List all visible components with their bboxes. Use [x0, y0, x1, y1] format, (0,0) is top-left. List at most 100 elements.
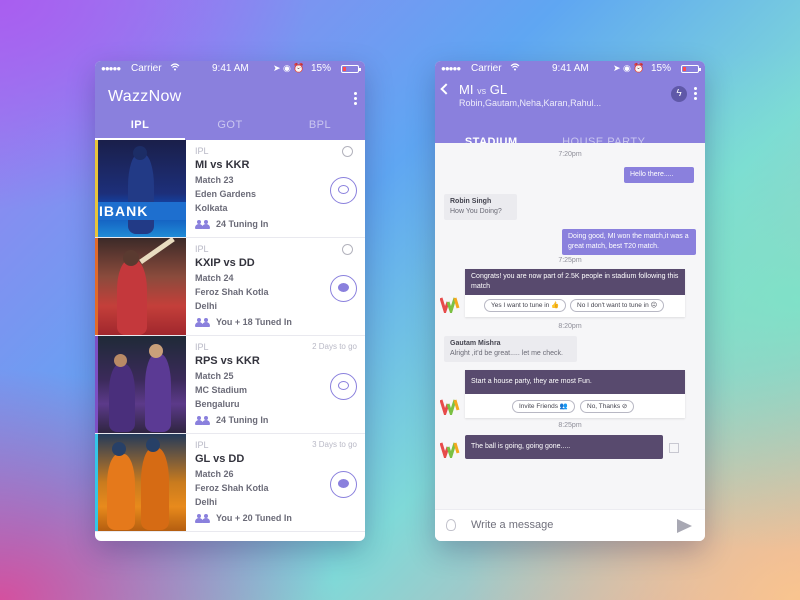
match-title: MI vs KKR	[195, 159, 250, 171]
tuning-count: You + 20 Tuned In	[216, 513, 292, 523]
team-color-edge	[95, 434, 98, 531]
carrier-label: Carrier	[471, 63, 502, 74]
wazznow-logo-icon	[439, 441, 462, 461]
chat-bubble-icon	[338, 185, 349, 194]
match-photo	[95, 238, 186, 335]
team-b: GL	[489, 82, 508, 97]
chat-screen: ●●●●● Carrier 9:41 AM ➤ ◉ ⏰ 15% MI vs GL…	[435, 61, 705, 541]
status-bar: ●●●●● Carrier 9:41 AM ➤ ◉ ⏰ 15%	[95, 61, 365, 76]
tuning-count: You + 18 Tuned In	[216, 317, 292, 327]
days-to-go: 2 Days to go	[312, 342, 357, 351]
wifi-icon	[510, 63, 520, 74]
refresh-icon[interactable]	[342, 146, 353, 157]
wazznow-logo-icon	[439, 398, 462, 418]
bot-message: The ball is going, going gone.....	[465, 435, 663, 459]
match-photo	[95, 434, 186, 531]
tab-ipl[interactable]: IPL	[95, 112, 185, 140]
bulb-icon[interactable]	[446, 519, 456, 531]
days-to-go: 3 Days to go	[312, 440, 357, 449]
bot-message: Start a house party, they are most Fun.	[465, 370, 685, 394]
chat-button[interactable]	[330, 471, 357, 498]
match-card[interactable]: IPL GL vs DD Match 26 Feroz Shah Kotla D…	[95, 434, 365, 532]
message-incoming: Robin Singh How You Doing?	[444, 194, 517, 220]
team-color-edge	[95, 238, 98, 335]
chat-bubble-icon	[338, 479, 349, 488]
battery-icon	[681, 65, 701, 73]
wazznow-logo-icon	[439, 296, 462, 316]
users-icon	[195, 415, 211, 425]
users-icon	[195, 219, 211, 229]
wifi-icon	[170, 63, 180, 74]
tune-in-yes-button[interactable]: Yes I want to tune in 👍	[484, 299, 567, 312]
city: Bengaluru	[195, 399, 240, 409]
chat-button[interactable]	[330, 177, 357, 204]
clock: 9:41 AM	[212, 63, 249, 74]
timestamp: 8:25pm	[558, 422, 582, 429]
sender-name: Robin Singh	[450, 198, 492, 205]
more-options-icon[interactable]	[694, 87, 697, 102]
message-text: How You Doing?	[450, 208, 502, 215]
vs-label: vs	[477, 86, 487, 96]
send-icon[interactable]	[677, 519, 692, 533]
match-photo: IBANK	[95, 140, 186, 237]
no-thanks-button[interactable]: No, Thanks ⊘	[580, 400, 635, 413]
more-options-icon[interactable]	[354, 92, 357, 107]
timestamp: 7:20pm	[558, 151, 582, 158]
tuning-count: 24 Tuning In	[216, 415, 269, 425]
match-photo	[95, 336, 186, 433]
invite-friends-button[interactable]: Invite Friends 👥	[512, 400, 575, 413]
location-alarm-icons: ➤ ◉ ⏰	[613, 63, 645, 73]
league-label: IPL	[195, 244, 209, 254]
status-bar: ●●●●● Carrier 9:41 AM ➤ ◉ ⏰ 15%	[435, 61, 705, 76]
message-text: Alright ,it'd be great..... let me check…	[450, 350, 563, 357]
history-icon[interactable]	[342, 244, 353, 255]
team-color-edge	[95, 140, 98, 237]
match-title: KXIP vs DD	[195, 257, 255, 269]
message-list: 7:20pm Hello there..... Robin Singh How …	[435, 143, 705, 509]
battery-icon	[341, 65, 361, 73]
team-color-edge	[95, 336, 98, 433]
app-title: WazzNow	[108, 88, 182, 105]
message-incoming: Gautam Mishra Alright ,it'd be great....…	[444, 336, 577, 362]
match-card[interactable]: IPL KXIP vs DD Match 24 Feroz Shah Kotla…	[95, 238, 365, 336]
users-icon	[195, 317, 211, 327]
bot-card: Congrats! you are now part of 2.5K peopl…	[465, 269, 685, 317]
tab-bpl[interactable]: BPL	[275, 112, 365, 140]
match-card[interactable]: IPL RPS vs KKR Match 25 MC Stadium Benga…	[95, 336, 365, 434]
tab-got[interactable]: GOT	[185, 112, 275, 140]
league-tabs: IPL GOT BPL	[95, 112, 365, 140]
message-input[interactable]: Write a message	[471, 519, 553, 531]
match-title: RPS vs KKR	[195, 355, 260, 367]
battery-percent: 15%	[311, 63, 332, 74]
timestamp: 8:20pm	[558, 323, 582, 330]
composer: Write a message	[435, 509, 705, 541]
match-title: GL vs DD	[195, 453, 245, 465]
league-label: IPL	[195, 146, 209, 156]
chat-bubble-icon	[338, 381, 349, 390]
chat-button[interactable]	[330, 373, 357, 400]
location-alarm-icons: ➤ ◉ ⏰	[273, 63, 305, 73]
edit-icon[interactable]	[669, 443, 679, 453]
chat-button[interactable]	[330, 275, 357, 302]
app-header: WazzNow IPL GOT BPL	[95, 76, 365, 140]
tune-in-no-button[interactable]: No I don't want to tune in ☹	[570, 299, 665, 312]
clock: 9:41 AM	[552, 63, 589, 74]
city: Delhi	[195, 301, 218, 311]
back-icon[interactable]	[440, 83, 452, 95]
battery-percent: 15%	[651, 63, 672, 74]
carrier-label: Carrier	[131, 63, 162, 74]
match-list: IBANK IPL MI vs KKR Match 23 Eden Garden…	[95, 140, 365, 532]
bot-card: Start a house party, they are most Fun. …	[465, 370, 685, 418]
bot-message: Congrats! you are now part of 2.5K peopl…	[465, 269, 685, 295]
city: Kolkata	[195, 203, 228, 213]
message-outgoing: Hello there.....	[624, 167, 694, 183]
team-a: MI	[459, 82, 474, 97]
city: Delhi	[195, 497, 218, 507]
chat-bubble-icon	[338, 283, 349, 292]
tuning-count: 24 Tuning In	[216, 219, 269, 229]
bolt-icon[interactable]: ϟ	[671, 86, 687, 102]
match-card[interactable]: IBANK IPL MI vs KKR Match 23 Eden Garden…	[95, 140, 365, 238]
sender-name: Gautam Mishra	[450, 340, 501, 347]
timestamp: 7:25pm	[558, 257, 582, 264]
signal-dots-icon: ●●●●●	[101, 64, 121, 73]
